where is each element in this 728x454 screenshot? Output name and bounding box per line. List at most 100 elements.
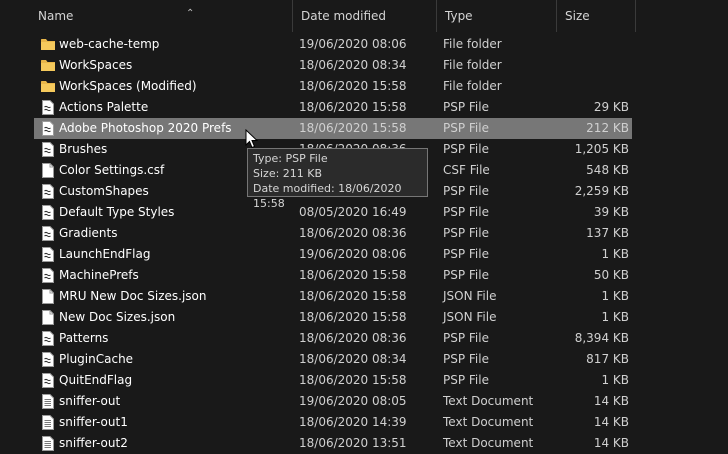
file-name: MachinePrefs — [59, 268, 139, 282]
folder-icon — [40, 76, 56, 97]
folder-icon — [40, 34, 56, 55]
file-type: PSP File — [443, 268, 489, 282]
file-type: Text Document — [443, 436, 534, 450]
tooltip-type: Type: PSP File — [253, 152, 328, 165]
file-date-modified: 18/06/2020 13:51 — [299, 436, 407, 450]
file-size: 1 KB — [601, 289, 629, 303]
file-type: PSP File — [443, 331, 489, 345]
file-type: PSP File — [443, 226, 489, 240]
file-row-selected[interactable]: Adobe Photoshop 2020 Prefs 18/06/2020 15:… — [0, 118, 728, 139]
tooltip-size: Size: 211 KB — [253, 167, 323, 180]
file-date-modified: 18/06/2020 15:58 — [299, 373, 407, 387]
file-type: File folder — [443, 79, 502, 93]
blank-file-icon — [40, 307, 56, 328]
psp-file-icon — [40, 118, 56, 139]
file-name: Default Type Styles — [59, 205, 175, 219]
file-date-modified: 19/06/2020 08:05 — [299, 394, 407, 408]
file-size: 2,259 KB — [574, 184, 629, 198]
file-list: web-cache-temp 19/06/2020 08:06 File folde… — [0, 34, 728, 454]
file-row[interactable]: Actions Palette 18/06/2020 15:58 PSP File 2… — [0, 97, 728, 118]
file-row[interactable]: QuitEndFlag 18/06/2020 15:58 PSP File 1 KB — [0, 370, 728, 391]
file-row[interactable]: WorkSpaces 18/06/2020 08:34 File folder — [0, 55, 728, 76]
file-date-modified: 18/06/2020 15:58 — [299, 121, 407, 135]
mouse-cursor-icon — [245, 129, 259, 149]
file-size: 1 KB — [601, 373, 629, 387]
psp-file-icon — [40, 139, 56, 160]
psp-file-icon — [40, 97, 56, 118]
file-row[interactable]: sniffer-out2 18/06/2020 13:51 Text Documen… — [0, 433, 728, 454]
file-row[interactable]: sniffer-out 19/06/2020 08:05 Text Document… — [0, 391, 728, 412]
file-name: WorkSpaces (Modified) — [59, 79, 197, 93]
psp-file-icon — [40, 265, 56, 286]
file-info-tooltip: Type: PSP File Size: 211 KB Date modifie… — [247, 148, 428, 210]
file-row[interactable]: MRU New Doc Sizes.json 18/06/2020 15:58 JS… — [0, 286, 728, 307]
file-type: PSP File — [443, 100, 489, 114]
file-row[interactable]: sniffer-out1 18/06/2020 14:39 Text Documen… — [0, 412, 728, 433]
file-date-modified: 18/06/2020 08:34 — [299, 352, 407, 366]
file-size: 39 KB — [593, 205, 629, 219]
file-row[interactable]: web-cache-temp 19/06/2020 08:06 File folde… — [0, 34, 728, 55]
file-name: web-cache-temp — [59, 37, 160, 51]
column-header-date[interactable]: Date modified — [292, 0, 436, 32]
file-type: PSP File — [443, 142, 489, 156]
file-type: PSP File — [443, 205, 489, 219]
file-date-modified: 18/06/2020 08:34 — [299, 58, 407, 72]
file-row[interactable]: WorkSpaces (Modified) 18/06/2020 15:58 Fil… — [0, 76, 728, 97]
psp-file-icon — [40, 181, 56, 202]
file-row[interactable]: New Doc Sizes.json 18/06/2020 15:58 JSON F… — [0, 307, 728, 328]
column-header-name[interactable]: Name ⌃ — [30, 0, 292, 32]
file-type: PSP File — [443, 373, 489, 387]
file-row[interactable]: MachinePrefs 18/06/2020 15:58 PSP File 50 K… — [0, 265, 728, 286]
file-size: 14 KB — [593, 394, 629, 408]
text-file-icon — [40, 412, 56, 433]
file-size: 137 KB — [586, 226, 629, 240]
file-type: Text Document — [443, 415, 534, 429]
file-size: 1,205 KB — [574, 142, 629, 156]
file-name: Adobe Photoshop 2020 Prefs — [59, 121, 232, 135]
file-date-modified: 18/06/2020 15:58 — [299, 79, 407, 93]
sort-ascending-icon: ⌃ — [186, 8, 195, 19]
file-date-modified: 18/06/2020 14:39 — [299, 415, 407, 429]
psp-file-icon — [40, 244, 56, 265]
file-type: File folder — [443, 58, 502, 72]
file-size: 14 KB — [593, 415, 629, 429]
file-size: 29 KB — [593, 100, 629, 114]
file-type: Text Document — [443, 394, 534, 408]
psp-file-icon — [40, 223, 56, 244]
column-header-type[interactable]: Type — [436, 0, 556, 32]
column-header-name-label: Name — [38, 9, 74, 23]
file-name: Brushes — [59, 142, 108, 156]
file-date-modified: 19/06/2020 08:06 — [299, 247, 407, 261]
file-name: LaunchEndFlag — [59, 247, 151, 261]
file-name: QuitEndFlag — [59, 373, 133, 387]
blank-file-icon — [40, 160, 56, 181]
file-row[interactable]: PluginCache 18/06/2020 08:34 PSP File 817 K… — [0, 349, 728, 370]
file-date-modified: 19/06/2020 08:06 — [299, 37, 407, 51]
folder-icon — [40, 55, 56, 76]
file-date-modified: 18/06/2020 15:58 — [299, 100, 407, 114]
column-header-bar: Name ⌃ Date modified Type Size — [0, 0, 728, 32]
file-name: MRU New Doc Sizes.json — [59, 289, 207, 303]
file-type: PSP File — [443, 121, 489, 135]
file-size: 14 KB — [593, 436, 629, 450]
file-type: PSP File — [443, 352, 489, 366]
file-name: sniffer-out2 — [59, 436, 128, 450]
file-type: JSON File — [443, 289, 497, 303]
file-row[interactable]: LaunchEndFlag 19/06/2020 08:06 PSP File 1 K… — [0, 244, 728, 265]
file-name: Color Settings.csf — [59, 163, 165, 177]
file-type: CSF File — [443, 163, 490, 177]
file-size: 548 KB — [586, 163, 629, 177]
file-size: 817 KB — [586, 352, 629, 366]
file-row[interactable]: Patterns 18/06/2020 08:36 PSP File 8,394 KB — [0, 328, 728, 349]
file-type: PSP File — [443, 184, 489, 198]
file-name: PluginCache — [59, 352, 134, 366]
column-header-size-label: Size — [565, 9, 590, 23]
file-name: WorkSpaces — [59, 58, 133, 72]
column-header-size[interactable]: Size — [556, 0, 636, 32]
file-name: Actions Palette — [59, 100, 149, 114]
file-size: 1 KB — [601, 247, 629, 261]
blank-file-icon — [40, 286, 56, 307]
file-row[interactable]: Gradients 18/06/2020 08:36 PSP File 137 KB — [0, 223, 728, 244]
text-file-icon — [40, 391, 56, 412]
psp-file-icon — [40, 349, 56, 370]
